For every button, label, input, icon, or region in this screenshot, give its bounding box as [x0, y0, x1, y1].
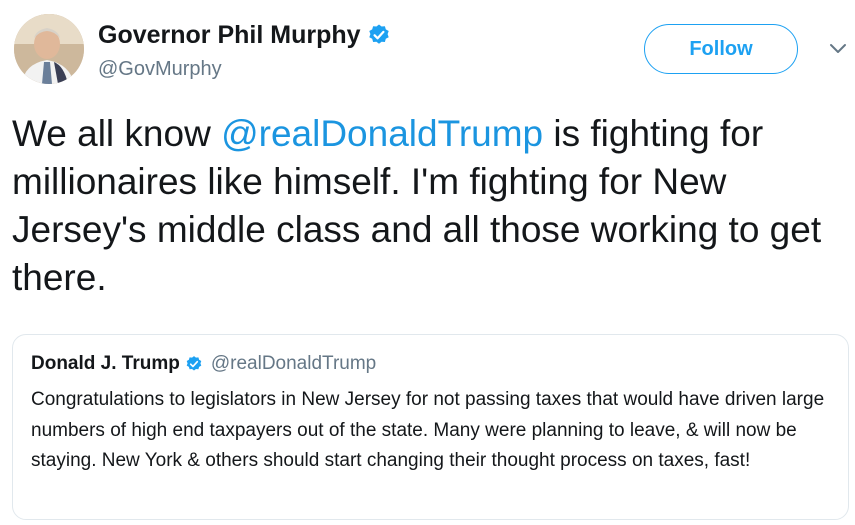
mention-link[interactable]: @realDonaldTrump	[221, 113, 543, 154]
quoted-tweet-header: Donald J. Trump @realDonaldTrump	[31, 353, 376, 375]
tweet-text-start: We all know	[12, 113, 222, 154]
follow-button[interactable]: Follow	[644, 24, 798, 74]
quoted-author-handle: @realDonaldTrump	[210, 353, 377, 374]
avatar-photo	[14, 14, 84, 84]
verified-badge-icon	[186, 356, 202, 371]
quoted-tweet-text: Congratulations to legislators in New Je…	[31, 389, 825, 471]
verified-badge-icon	[368, 24, 389, 44]
chevron-down-icon[interactable]	[828, 42, 848, 56]
author-handle[interactable]: @GovMurphy	[98, 58, 222, 81]
quoted-tweet[interactable]: Donald J. Trump @realDonaldTrump Congrat…	[12, 334, 849, 520]
tweet-text: We all know @realDonaldTrump is fighting…	[12, 110, 842, 302]
avatar[interactable]	[14, 14, 84, 84]
author-name-row: Governor Phil Murphy	[98, 19, 391, 51]
quoted-author-name: Donald J. Trump	[31, 353, 180, 374]
author-name[interactable]: Governor Phil Murphy	[98, 19, 361, 51]
